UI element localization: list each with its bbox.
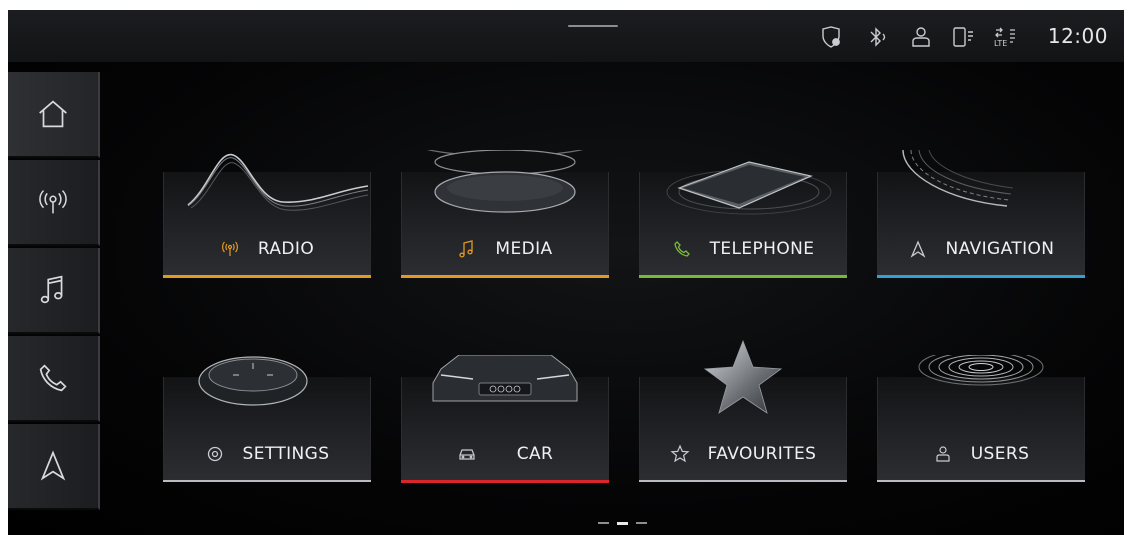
- page-dot-active[interactable]: [617, 522, 628, 525]
- accent-bar: [639, 275, 847, 278]
- pull-down-handle[interactable]: [568, 25, 618, 27]
- sidebar-item-radio[interactable]: [8, 160, 100, 246]
- accent-bar: [163, 275, 371, 278]
- radio-antenna-icon: [221, 241, 238, 256]
- svg-text:LTE: LTE: [994, 39, 1007, 48]
- tile-label-navigation: NAVIGATION: [945, 239, 1055, 259]
- phone-icon: [673, 241, 690, 257]
- user-icon[interactable]: [908, 24, 934, 50]
- radio-antenna-icon: [39, 190, 67, 214]
- tile-label-favourites: FAVOURITES: [707, 444, 817, 464]
- sidebar: [8, 72, 100, 518]
- tile-radio[interactable]: RADIO: [163, 150, 371, 278]
- page-dot[interactable]: [636, 522, 647, 524]
- sidebar-item-media[interactable]: [8, 248, 100, 334]
- car-icon: [459, 449, 475, 460]
- accent-bar: [877, 275, 1085, 278]
- tile-media[interactable]: MEDIA: [401, 150, 609, 278]
- page-indicator[interactable]: [598, 522, 658, 526]
- status-bar: LTE 12:00: [8, 10, 1124, 62]
- gear-icon: [207, 446, 222, 462]
- sidebar-item-navigation[interactable]: [8, 424, 100, 510]
- settings-dial-art: [198, 356, 308, 406]
- page-dot[interactable]: [598, 522, 609, 524]
- infotainment-screen: LTE 12:00 RADIO MEDIA TELEPHONE NAVIGATI…: [8, 10, 1124, 535]
- favourites-star-art: [703, 339, 783, 414]
- bluetooth-icon[interactable]: [864, 24, 890, 50]
- accent-bar: [877, 480, 1085, 482]
- music-note-icon: [459, 240, 474, 258]
- tile-label-car: CAR: [516, 444, 554, 464]
- tile-navigation[interactable]: NAVIGATION: [877, 150, 1085, 278]
- radio-wave-art: [187, 153, 369, 211]
- accent-bar: [639, 480, 847, 482]
- phone-icon: [39, 364, 67, 392]
- tile-label-radio: RADIO: [257, 239, 315, 259]
- tile-telephone[interactable]: TELEPHONE: [639, 150, 847, 278]
- accent-bar: [163, 480, 371, 482]
- tile-label-telephone: TELEPHONE: [709, 239, 815, 259]
- navigation-arrow-icon: [910, 240, 926, 258]
- accent-bar: [401, 480, 609, 483]
- location-shield-icon[interactable]: [818, 24, 844, 50]
- accent-bar: [401, 275, 609, 278]
- media-disc-art: [426, 150, 584, 213]
- navigation-arrow-icon: [40, 450, 66, 481]
- tile-label-users: USERS: [970, 444, 1030, 464]
- sidebar-item-telephone[interactable]: [8, 336, 100, 422]
- home-icon: [39, 100, 67, 128]
- tile-users[interactable]: USERS: [877, 355, 1085, 483]
- lte-signal-icon[interactable]: LTE: [992, 24, 1018, 50]
- clock: 12:00: [1047, 24, 1108, 48]
- navigation-road-art: [902, 150, 1014, 207]
- tile-favourites[interactable]: FAVOURITES: [639, 339, 847, 483]
- user-icon: [936, 446, 950, 462]
- star-icon: [670, 444, 690, 463]
- sidebar-item-home[interactable]: [8, 72, 100, 158]
- car-front-art: [432, 355, 578, 402]
- tile-car[interactable]: CAR: [401, 355, 609, 483]
- tile-label-media: MEDIA: [495, 239, 553, 259]
- tile-settings[interactable]: SETTINGS: [163, 355, 371, 483]
- telephone-art: [666, 161, 832, 215]
- tile-label-settings: SETTINGS: [242, 444, 330, 464]
- fingerprint-art: [918, 355, 1044, 386]
- phone-signal-icon[interactable]: [950, 24, 976, 50]
- music-note-icon: [40, 275, 63, 304]
